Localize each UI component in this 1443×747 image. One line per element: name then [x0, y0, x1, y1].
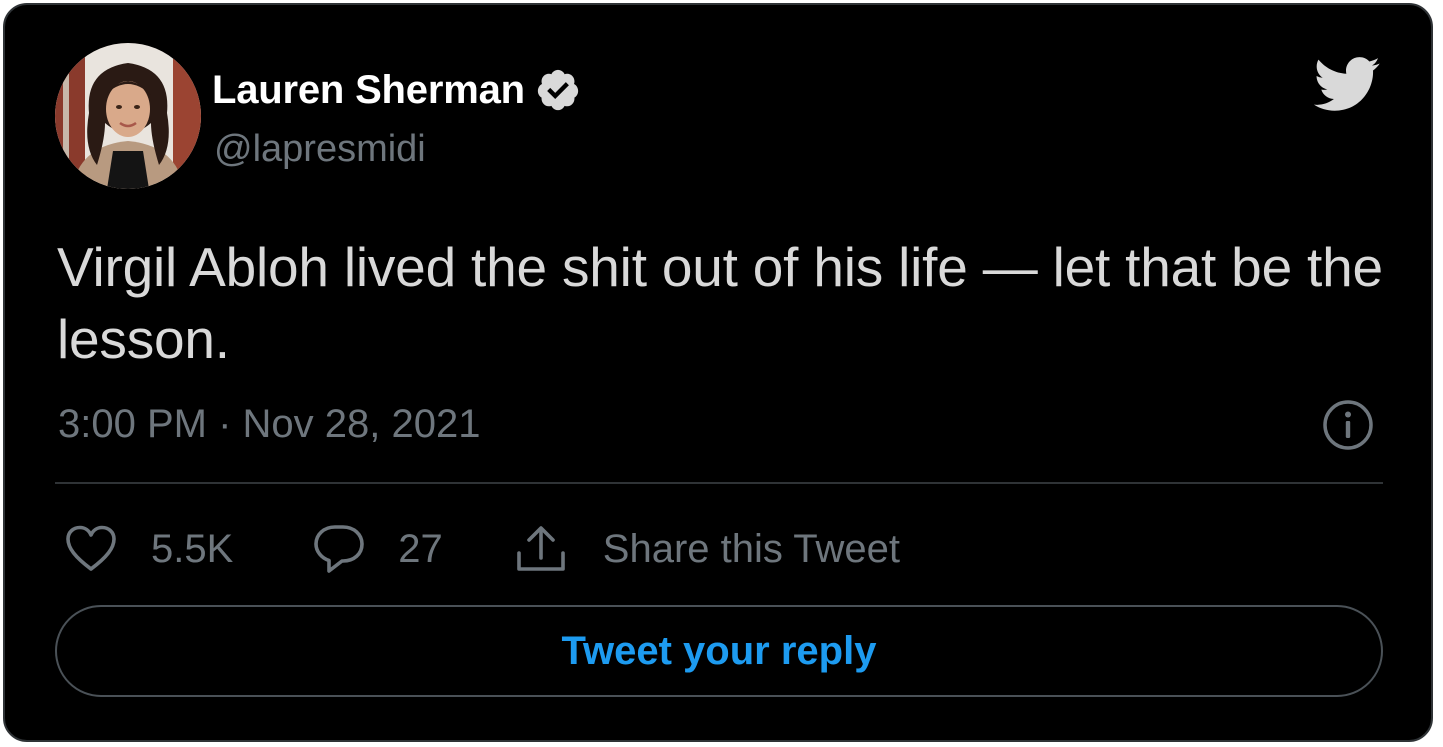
avatar[interactable] [55, 43, 201, 189]
reply-count: 27 [398, 526, 443, 571]
tweet-your-reply-button[interactable]: Tweet your reply [55, 605, 1383, 697]
tweet-card: Lauren Sherman @lapresmidi Virgil Abloh … [3, 3, 1433, 742]
verified-badge-icon [535, 67, 581, 113]
reply-button-label: Tweet your reply [561, 628, 877, 673]
share-label: Share this Tweet [602, 526, 901, 571]
author-name[interactable]: Lauren Sherman [212, 68, 525, 113]
heart-icon [66, 525, 116, 571]
share-button[interactable]: Share this Tweet [515, 523, 900, 575]
author-handle[interactable]: @lapresmidi [214, 128, 426, 171]
speech-bubble-icon [314, 525, 365, 573]
tweet-text: Virgil Abloh lived the shit out of his l… [57, 236, 1383, 370]
like-count: 5.5K [151, 526, 234, 571]
twitter-bird-icon[interactable] [1311, 55, 1381, 113]
reply-button[interactable]: 27 [313, 523, 443, 575]
divider [55, 482, 1383, 484]
share-upload-icon [516, 526, 565, 571]
tweet-timestamp[interactable]: 3:00 PM · Nov 28, 2021 [58, 402, 480, 447]
author-name-row[interactable]: Lauren Sherman [212, 67, 581, 113]
avatar-photo [55, 43, 201, 189]
action-bar: 5.5K 27 Share this Tweet [65, 517, 900, 581]
like-button[interactable]: 5.5K [65, 525, 233, 573]
info-icon[interactable] [1322, 399, 1374, 451]
